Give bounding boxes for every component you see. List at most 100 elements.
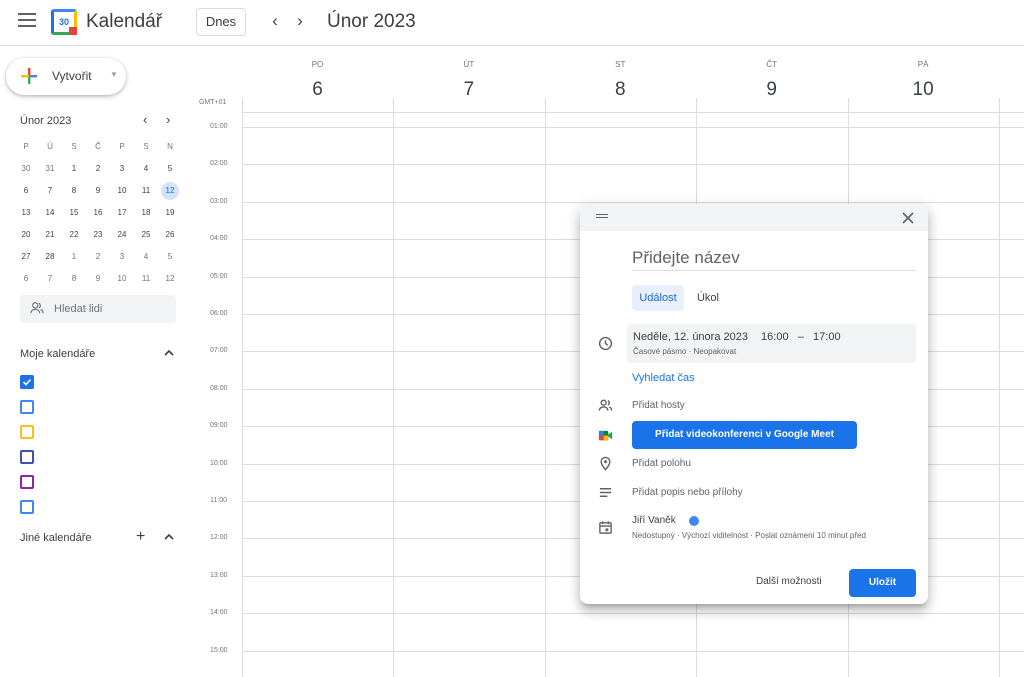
calendar-checkbox-checked[interactable] [20,375,34,389]
mini-calendar-day[interactable]: 5 [158,246,182,268]
mini-calendar-day[interactable]: 23 [86,224,110,246]
mini-calendar-day[interactable]: 19 [158,202,182,224]
hour-label: 12:00 [210,534,228,542]
mini-calendar-day[interactable]: 9 [86,180,110,202]
calendar-checkbox[interactable] [20,400,34,414]
find-time-link[interactable]: Vyhledat čas [632,372,695,384]
mini-calendar-day[interactable]: 6 [14,180,38,202]
mini-calendar-day[interactable]: 31 [38,158,62,180]
mini-calendar-day[interactable]: 9 [86,268,110,290]
mini-calendar-day[interactable]: 15 [62,202,86,224]
mini-calendar-day[interactable]: 11 [134,180,158,202]
mini-weekday-label: Č [95,142,101,151]
mini-calendar-day[interactable]: 12 [158,268,182,290]
hour-label: 02:00 [210,160,228,168]
location-icon [600,456,611,471]
mini-calendar-day[interactable]: 12 [158,180,182,202]
all-day-divider [242,112,1024,113]
add-calendar-icon[interactable]: + [136,528,145,546]
close-icon[interactable] [902,212,914,224]
create-button[interactable]: Vytvořit ▼ [6,58,126,95]
mini-calendar-day[interactable]: 10 [110,180,134,202]
mini-calendar-day[interactable]: 7 [38,268,62,290]
mini-calendar-day[interactable]: 16 [86,202,110,224]
hour-label: 08:00 [210,384,228,392]
next-week-icon[interactable]: › [289,10,311,32]
day-column-header[interactable]: ST 8 [545,46,696,100]
mini-calendar-day[interactable]: 2 [86,158,110,180]
mini-calendar-day[interactable]: 5 [158,158,182,180]
mini-calendar-day[interactable]: 28 [38,246,62,268]
mini-calendar-day[interactable]: 17 [110,202,134,224]
mini-calendar-day[interactable]: 20 [14,224,38,246]
main-menu-icon[interactable] [18,13,36,29]
mini-calendar-day[interactable]: 22 [62,224,86,246]
top-bar: 30 Kalendář Dnes ‹ › Únor 2023 [0,0,1024,46]
mini-calendar-day[interactable]: 24 [110,224,134,246]
calendar-checkbox[interactable] [20,500,34,514]
mini-calendar-day[interactable]: 1 [62,158,86,180]
mini-calendar-day[interactable]: 3 [110,246,134,268]
mini-calendar-day[interactable]: 13 [14,202,38,224]
day-column-header[interactable]: PO 6 [242,46,393,100]
chevron-up-icon[interactable] [162,530,176,544]
today-button[interactable]: Dnes [196,8,246,36]
mini-calendar-day[interactable]: 4 [134,158,158,180]
quick-event-dialog: Událost Úkol Neděle, 12. února 2023 16:0… [580,204,928,604]
mini-calendar-day[interactable]: 25 [134,224,158,246]
save-button[interactable]: Uložit [849,569,916,597]
tab-task[interactable]: Úkol [690,285,726,311]
app-title[interactable]: Kalendář [86,11,162,33]
drag-handle-icon[interactable] [596,214,608,220]
mini-calendar-day[interactable]: 27 [14,246,38,268]
mini-calendar-week: 13 14 15 16 17 18 19 [14,202,182,224]
mini-next-month-icon[interactable]: › [166,112,170,127]
google-meet-icon [598,430,613,441]
add-location-field[interactable]: Přidat polohu [632,458,691,469]
calendar-checkbox[interactable] [20,425,34,439]
mini-calendar-day[interactable]: 14 [38,202,62,224]
mini-calendar-day[interactable]: 8 [62,180,86,202]
calendar-checkbox[interactable] [20,475,34,489]
mini-calendar-day[interactable]: 2 [86,246,110,268]
mini-calendar-day[interactable]: 30 [14,158,38,180]
dialog-header[interactable] [580,204,928,231]
event-settings-summary[interactable]: Nedostupný · Výchozí viditelnost · Posla… [632,531,908,540]
hour-label: 10:00 [210,459,228,467]
mini-calendar-day[interactable]: 10 [110,268,134,290]
day-column-header[interactable]: ČT 9 [696,46,847,100]
mini-calendar-day[interactable]: 7 [38,180,62,202]
guests-icon [598,399,613,411]
mini-calendar-day[interactable]: 21 [38,224,62,246]
add-guests-field[interactable]: Přidat hosty [632,400,685,411]
mini-calendar-day[interactable]: 8 [62,268,86,290]
hour-label: 04:00 [210,235,228,243]
day-column-header[interactable]: ÚT 7 [393,46,544,100]
mini-calendar-day[interactable]: 3 [110,158,134,180]
more-options-button[interactable]: Další možnosti [756,576,822,587]
tab-event[interactable]: Událost [632,285,684,311]
mini-calendar-day[interactable]: 6 [14,268,38,290]
calendar-color-dot[interactable] [689,516,699,526]
previous-week-icon[interactable]: ‹ [264,10,286,32]
mini-calendar-grid: P Ú S Č P S N 30 31 1 2 3 4 5 6 7 8 9 10 11 12 13 14 15 16 17 18 19… [14,136,182,290]
mini-calendar-day[interactable]: 18 [134,202,158,224]
day-column-header[interactable]: PÁ 10 [848,46,999,100]
calendar-checkbox[interactable] [20,450,34,464]
mini-calendar-day[interactable]: 1 [62,246,86,268]
event-title-input[interactable] [632,246,916,271]
mini-weekday-label: Ú [47,142,53,151]
mini-weekday-label: S [143,142,149,151]
mini-prev-month-icon[interactable]: ‹ [143,112,147,127]
chevron-up-icon[interactable] [162,346,176,360]
search-people-input[interactable]: Hledat lidi [20,295,176,323]
mini-calendar-day[interactable]: 11 [134,268,158,290]
calendar-owner-name[interactable]: Jiří Vaněk [632,515,676,526]
add-description-field[interactable]: Přidat popis nebo přílohy [632,487,743,498]
add-google-meet-button[interactable]: Přidat videokonferenci v Google Meet [632,421,857,449]
mini-calendar-day[interactable]: 4 [134,246,158,268]
my-calendars-title[interactable]: Moje kalendáře [20,348,95,360]
date-time-selector[interactable]: Neděle, 12. února 2023 16:00 – 17:00 Čas… [627,324,916,363]
mini-calendar-day[interactable]: 26 [158,224,182,246]
other-calendars-title[interactable]: Jiné kalendáře [20,532,92,544]
